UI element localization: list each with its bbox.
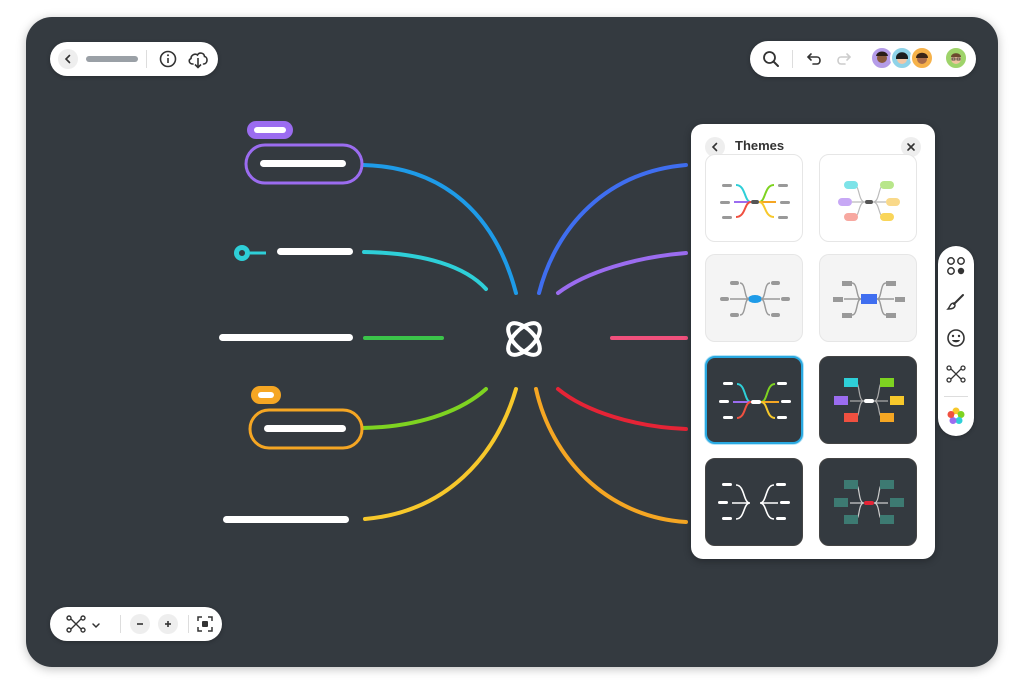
theme-card-blue-boxes-gray[interactable] [819, 254, 917, 342]
canvas[interactable]: Themes [26, 17, 998, 667]
theme-card-colorful-boxes-dark[interactable] [819, 356, 917, 444]
info-icon[interactable] [159, 50, 177, 73]
node-green [219, 334, 353, 341]
theme-card-colorful-boxes-light[interactable] [819, 154, 917, 242]
search-icon[interactable] [762, 50, 780, 73]
brush-icon[interactable] [946, 292, 966, 312]
structure-icon[interactable] [946, 364, 966, 384]
branch-top-right [537, 163, 688, 295]
top-right-toolbar [750, 41, 976, 77]
layout-icon[interactable] [66, 615, 86, 638]
back-icon[interactable] [58, 49, 78, 69]
branch-bottom-left [363, 387, 518, 521]
central-node [506, 321, 542, 357]
node-yellow [223, 516, 349, 523]
bottom-left-toolbar [50, 607, 222, 641]
branch-upper-right [556, 251, 688, 295]
theme-card-blue-lines-gray[interactable] [705, 254, 803, 342]
theme-card-colorful-lines-light[interactable] [705, 154, 803, 242]
chevron-down-icon[interactable] [91, 618, 101, 636]
branch-lower-right [556, 387, 688, 431]
node-cyan [277, 248, 353, 255]
branch-upper-left [362, 250, 488, 291]
undo-icon[interactable] [806, 50, 824, 73]
zoom-out-icon[interactable] [130, 614, 150, 634]
fit-screen-icon[interactable] [197, 616, 213, 637]
top-left-toolbar [50, 42, 218, 76]
theme-card-colorful-lines-dark[interactable] [705, 356, 803, 444]
branch-top-left [361, 163, 518, 295]
branch-bottom-right [534, 387, 688, 524]
themes-panel-title: Themes [735, 138, 785, 153]
document-title-placeholder[interactable] [86, 56, 138, 62]
current-user-avatar[interactable] [944, 46, 968, 70]
emoji-icon[interactable] [946, 328, 966, 348]
theme-card-white-lines-dark[interactable] [705, 458, 803, 546]
cloud-download-icon[interactable] [187, 49, 209, 74]
branch-lower-left [360, 387, 488, 430]
zoom-in-icon[interactable] [158, 614, 178, 634]
theme-card-teal-boxes-dark[interactable] [819, 458, 917, 546]
layout-grid-icon[interactable] [946, 256, 966, 276]
themes-panel: Themes [691, 124, 935, 559]
right-side-toolbar [938, 246, 974, 436]
collaborator-avatar-3[interactable] [910, 46, 934, 70]
theme-palette-icon[interactable] [946, 406, 966, 426]
redo-icon[interactable] [834, 50, 852, 73]
